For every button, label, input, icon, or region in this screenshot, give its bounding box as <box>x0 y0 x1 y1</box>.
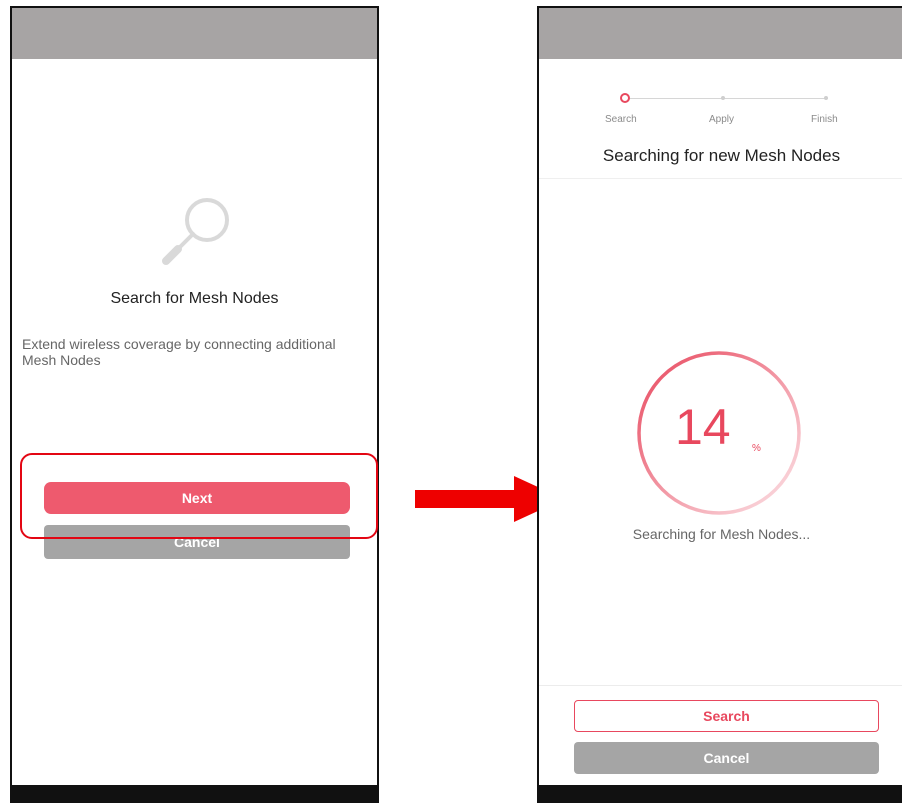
search-button[interactable]: Search <box>574 700 879 732</box>
cancel-button[interactable]: Cancel <box>574 742 879 774</box>
step-label-apply: Apply <box>709 114 735 125</box>
progress-percentage: 14 <box>675 399 731 455</box>
status-bar <box>539 8 902 59</box>
highlight-box <box>20 453 378 539</box>
page-description: Extend wireless coverage by connecting a… <box>22 336 336 368</box>
navigation-bar <box>539 785 902 801</box>
navigation-bar <box>12 785 377 801</box>
stepper-line <box>625 98 828 99</box>
right-phone-screen: Search Apply Finish Searching for new Me… <box>537 6 902 803</box>
divider <box>539 178 902 179</box>
magnifier-icon <box>162 198 229 265</box>
progress-unit: % <box>752 443 761 454</box>
step-indicator-search <box>620 93 630 103</box>
step-label-search: Search <box>605 114 637 125</box>
step-label-finish: Finish <box>811 114 838 125</box>
progress-stepper: Search Apply Finish <box>539 86 902 130</box>
page-title: Search for Mesh Nodes <box>110 290 279 307</box>
step-indicator-apply <box>721 96 725 100</box>
status-text: Searching for Mesh Nodes... <box>632 526 811 542</box>
page-title: Searching for new Mesh Nodes <box>602 146 841 165</box>
step-indicator-finish <box>824 96 828 100</box>
divider <box>539 685 902 686</box>
status-bar <box>12 8 377 59</box>
left-phone-screen: Search for Mesh Nodes Extend wireless co… <box>10 6 379 803</box>
